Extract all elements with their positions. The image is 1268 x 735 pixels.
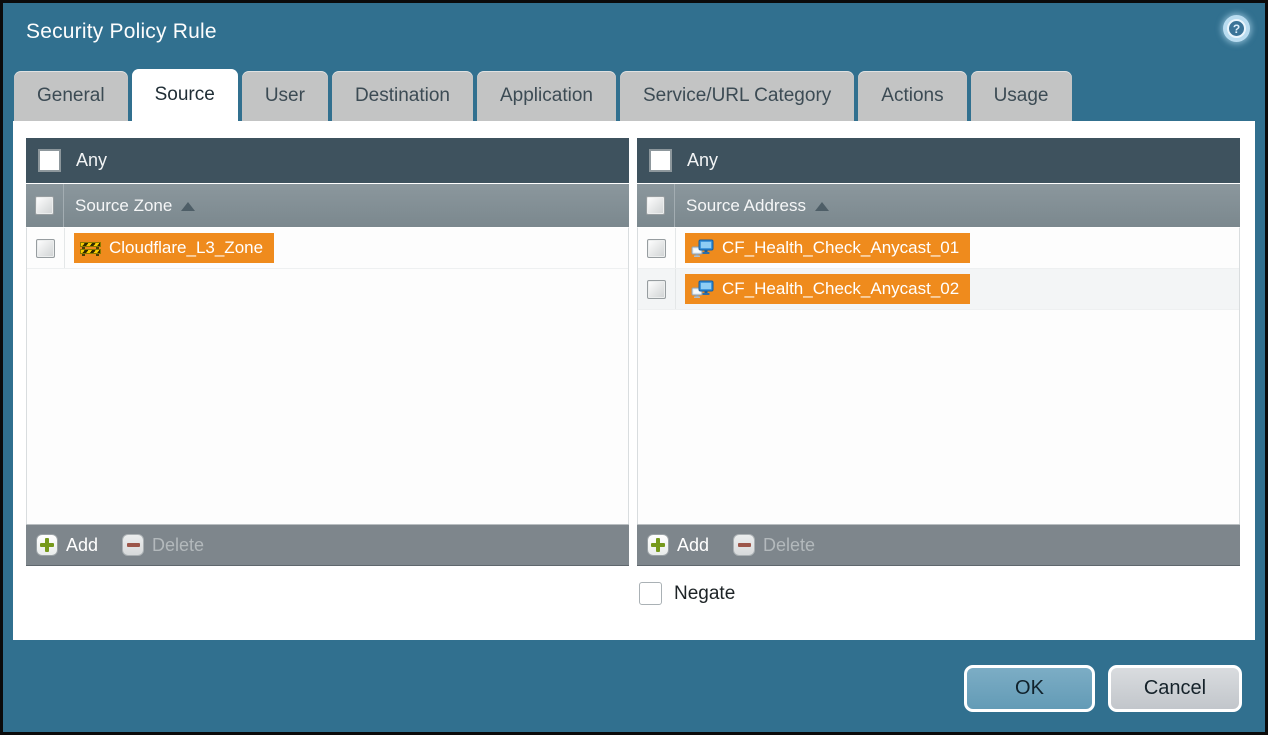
help-icon[interactable]: ?	[1223, 15, 1250, 42]
sort-ascending-icon	[815, 202, 829, 211]
plus-icon	[647, 534, 669, 556]
address-icon	[691, 280, 714, 298]
zone-item-label: Cloudflare_L3_Zone	[109, 238, 263, 258]
plus-icon	[36, 534, 58, 556]
tab-actions[interactable]: Actions	[858, 71, 966, 121]
source-zone-any-header: Any	[26, 138, 629, 183]
source-zone-column-title: Source Zone	[75, 196, 195, 216]
table-row: CF_Health_Check_Anycast_01	[638, 228, 1239, 269]
address-item-label: CF_Health_Check_Anycast_02	[722, 279, 959, 299]
row-checkbox[interactable]	[647, 239, 666, 258]
source-zone-panel: Any Source Zone	[26, 138, 629, 566]
address-icon	[691, 239, 714, 257]
negate-row: Negate	[639, 582, 1242, 605]
source-address-list: CF_Health_Check_Anycast_01	[637, 227, 1240, 524]
add-button[interactable]: Add	[36, 534, 98, 556]
table-row: Cloudflare_L3_Zone	[27, 228, 628, 269]
security-policy-rule-dialog: Security Policy Rule ? General Source Us…	[0, 0, 1268, 735]
sort-ascending-icon	[181, 202, 195, 211]
negate-checkbox[interactable]	[639, 582, 662, 605]
dialog-footer: OK Cancel	[964, 665, 1242, 712]
source-address-toolbar: Add Delete	[637, 524, 1240, 566]
source-address-any-header: Any	[637, 138, 1240, 183]
source-zone-column-header[interactable]: Source Zone	[26, 183, 629, 227]
source-address-any-label: Any	[687, 150, 718, 171]
source-address-any-checkbox[interactable]	[649, 149, 672, 172]
tab-source[interactable]: Source	[132, 69, 238, 121]
row-checkbox[interactable]	[647, 280, 666, 299]
source-zone-item[interactable]: Cloudflare_L3_Zone	[74, 233, 274, 263]
table-row: CF_Health_Check_Anycast_02	[638, 269, 1239, 310]
source-tab-content: Any Source Zone	[13, 121, 1255, 640]
cancel-button[interactable]: Cancel	[1108, 665, 1242, 712]
negate-label: Negate	[674, 583, 735, 605]
delete-button[interactable]: Delete	[733, 534, 815, 556]
tab-bar: General Source User Destination Applicat…	[14, 69, 1072, 121]
source-address-item[interactable]: CF_Health_Check_Anycast_01	[685, 233, 970, 263]
source-address-item[interactable]: CF_Health_Check_Anycast_02	[685, 274, 970, 304]
source-zone-list: Cloudflare_L3_Zone	[26, 227, 629, 524]
tab-usage[interactable]: Usage	[971, 71, 1072, 121]
ok-button[interactable]: OK	[964, 665, 1095, 712]
delete-button[interactable]: Delete	[122, 534, 204, 556]
row-checkbox[interactable]	[36, 239, 55, 258]
source-zone-any-checkbox[interactable]	[38, 149, 61, 172]
source-zone-select-all-checkbox[interactable]	[35, 196, 54, 215]
tab-application[interactable]: Application	[477, 71, 616, 121]
dialog-title: Security Policy Rule	[26, 20, 217, 44]
zone-icon	[80, 240, 101, 256]
titlebar: Security Policy Rule ?	[3, 3, 1265, 65]
source-address-select-all-checkbox[interactable]	[646, 196, 665, 215]
source-address-panel: Any Source Address	[637, 138, 1240, 566]
minus-icon	[733, 534, 755, 556]
tab-user[interactable]: User	[242, 71, 328, 121]
source-address-column-title: Source Address	[686, 196, 829, 216]
add-button[interactable]: Add	[647, 534, 709, 556]
tab-destination[interactable]: Destination	[332, 71, 473, 121]
minus-icon	[122, 534, 144, 556]
source-zone-toolbar: Add Delete	[26, 524, 629, 566]
address-item-label: CF_Health_Check_Anycast_01	[722, 238, 959, 258]
source-address-column-header[interactable]: Source Address	[637, 183, 1240, 227]
question-mark-glyph: ?	[1227, 19, 1246, 38]
source-zone-any-label: Any	[76, 150, 107, 171]
tab-service-url-category[interactable]: Service/URL Category	[620, 71, 854, 121]
tab-general[interactable]: General	[14, 71, 128, 121]
